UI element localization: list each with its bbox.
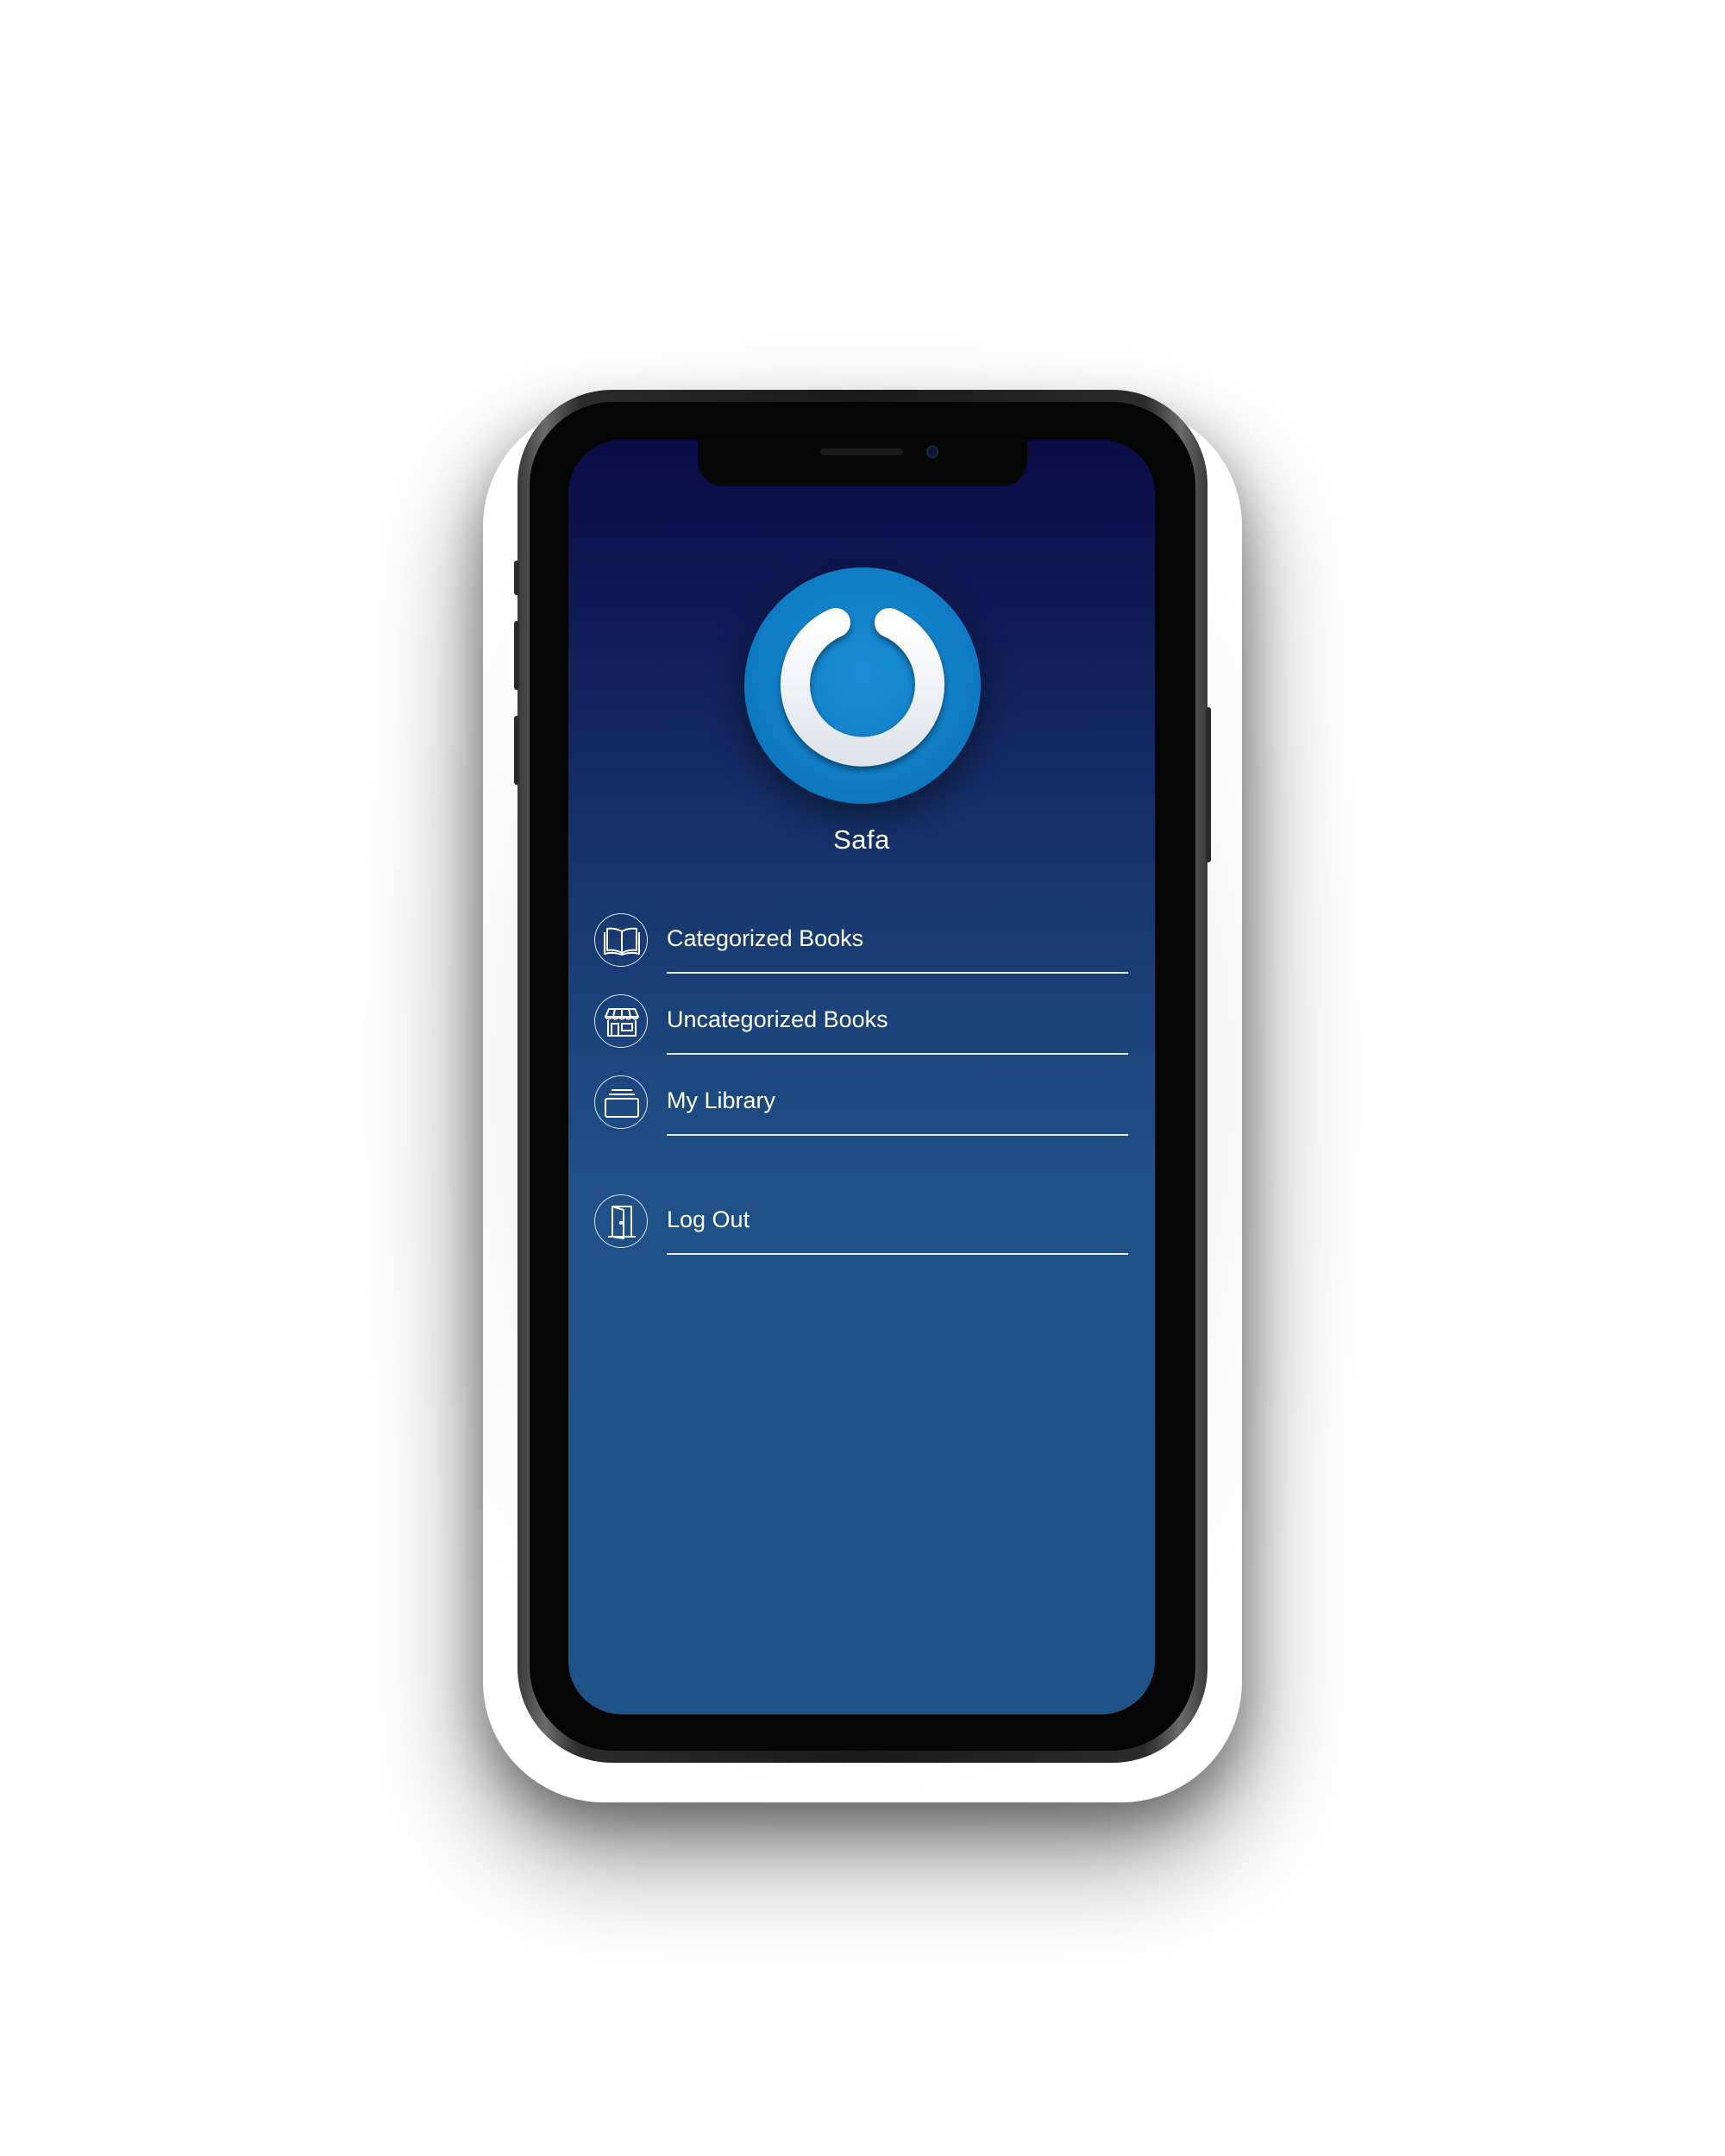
menu-item-my-library[interactable]: My Library [594,1075,1129,1136]
earpiece-speaker [820,448,903,455]
phone-notch [698,440,1027,486]
volume-down-button [514,716,519,785]
power-icon [781,605,944,767]
menu-icon-circle [594,913,648,967]
user-name: Safa [833,824,890,855]
menu-label: Log Out [667,1206,750,1232]
power-button [1206,707,1211,862]
menu-label: My Library [667,1087,776,1113]
app-logo [744,567,981,804]
menu-divider [667,1053,1128,1055]
menu-label: Categorized Books [667,925,864,951]
menu-icon-circle [594,1194,648,1248]
menu-label: Uncategorized Books [667,1006,888,1032]
open-book-icon [604,927,640,956]
app-screen: Safa Categorized Books Uncategorized Boo… [568,440,1155,1714]
menu-divider [667,972,1128,974]
front-camera [926,446,938,458]
volume-up-button [514,621,519,690]
archive-box-icon [605,1089,639,1118]
menu-item-categorized-books[interactable]: Categorized Books [594,913,1129,974]
door-icon [608,1206,636,1239]
menu-icon-circle [594,994,648,1048]
menu-item-uncategorized-books[interactable]: Uncategorized Books [594,994,1129,1055]
store-icon [605,1008,639,1037]
menu-item-log-out[interactable]: Log Out [594,1194,1129,1255]
menu-divider [667,1253,1128,1255]
menu-icon-circle [594,1075,648,1129]
silent-switch [514,561,519,595]
menu-divider [667,1134,1128,1136]
